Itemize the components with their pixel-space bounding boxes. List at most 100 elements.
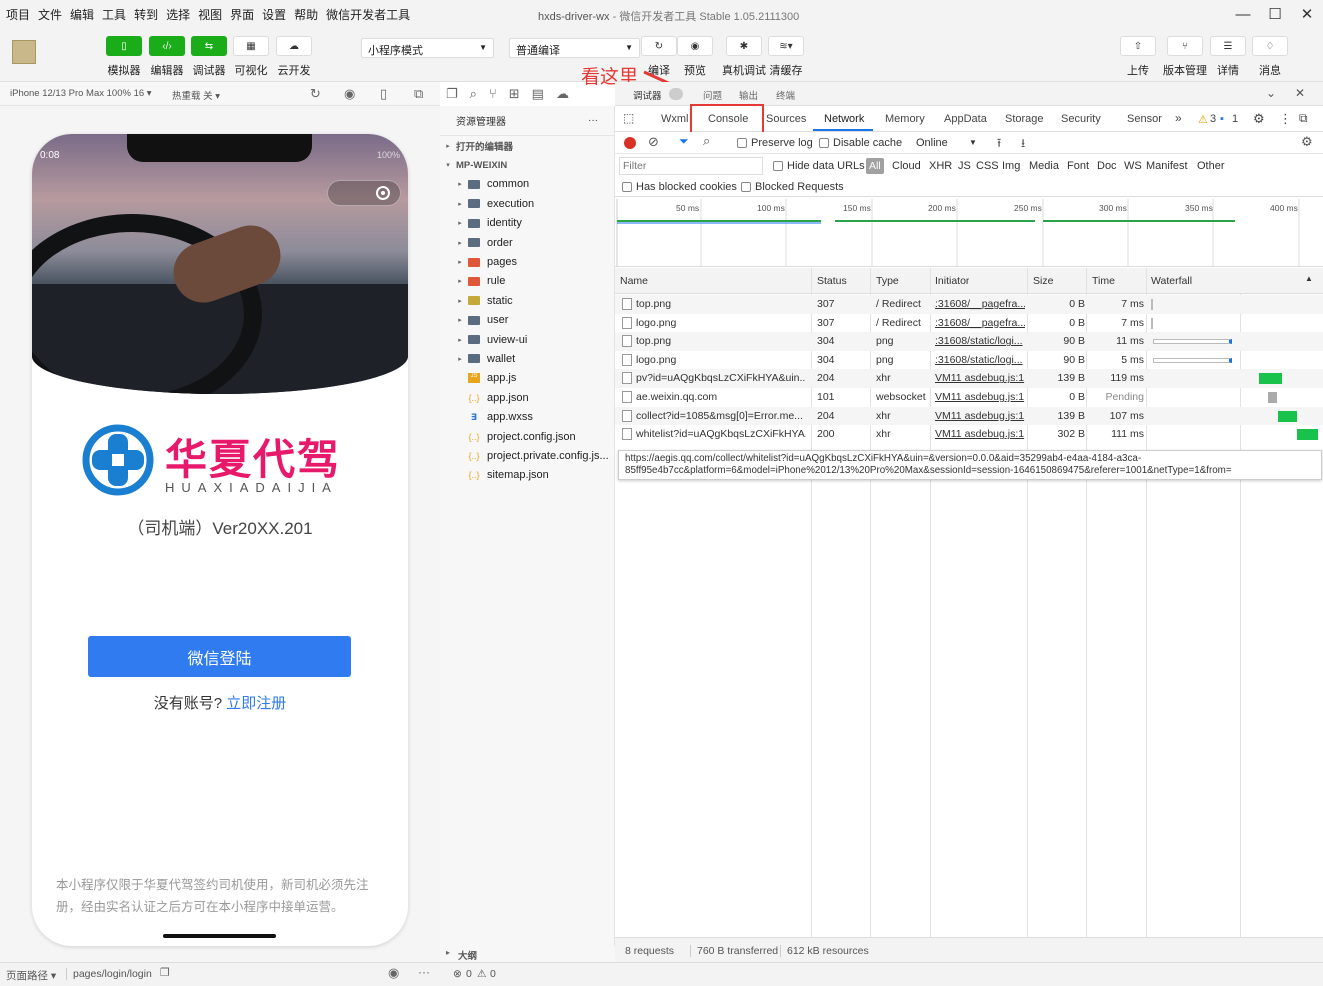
- tree-file[interactable]: {..} app.json: [440, 388, 614, 407]
- menu-settings[interactable]: 设置: [262, 6, 286, 23]
- files-icon[interactable]: ❐: [446, 86, 458, 102]
- more-icon[interactable]: ···: [418, 965, 430, 979]
- table-row[interactable]: whitelist?id=uAQgKbqsLzCXiFkHYA... 200 xhr…: [615, 425, 1323, 444]
- clear-icon[interactable]: ⊘: [648, 134, 659, 150]
- rotate-icon[interactable]: ↻: [310, 86, 321, 102]
- tree-folder[interactable]: ▸ user: [440, 311, 614, 330]
- column-name[interactable]: Name: [620, 275, 648, 287]
- tree-folder[interactable]: ▸ identity: [440, 214, 614, 233]
- menu-goto[interactable]: 转到: [134, 6, 158, 23]
- table-row[interactable]: top.png 307 / Redirect:31608/__pagefra... 0…: [615, 295, 1323, 314]
- mode-select[interactable]: 小程序模式 ▼: [361, 38, 494, 58]
- import-icon[interactable]: ⭱: [997, 134, 1001, 155]
- register-link[interactable]: 立即注册: [226, 695, 286, 712]
- cell-initiator[interactable]: VM11 asdebug.js:1: [935, 428, 1025, 440]
- clear-cache-button[interactable]: ≋▾ 清缓存: [768, 36, 804, 78]
- cell-initiator[interactable]: VM11 asdebug.js:1: [935, 372, 1025, 384]
- simulator-button[interactable]: ▯ 模拟器: [106, 36, 142, 78]
- messages-button[interactable]: ♢ 消息: [1252, 36, 1288, 78]
- tab-issues[interactable]: 问题: [703, 88, 722, 102]
- tree-folder[interactable]: ▸ static: [440, 291, 614, 310]
- visual-button[interactable]: ▦ 可视化: [233, 36, 269, 78]
- table-row[interactable]: logo.png 307 / Redirect:31608/__pagefra...…: [615, 314, 1323, 333]
- tab-wxml[interactable]: Wxml: [661, 113, 689, 125]
- wechat-login-button[interactable]: 微信登陆: [88, 636, 351, 677]
- cloud-button[interactable]: ☁ 云开发: [276, 36, 312, 78]
- menu-project[interactable]: 项目: [6, 6, 30, 23]
- capsule-close-icon[interactable]: [376, 186, 390, 200]
- cell-initiator[interactable]: :31608/static/logi...: [935, 354, 1025, 366]
- cell-initiator[interactable]: :31608/static/logi...: [935, 335, 1025, 347]
- type-filter[interactable]: JS: [958, 160, 971, 172]
- type-filter[interactable]: Font: [1067, 160, 1089, 172]
- tab-terminal[interactable]: 终端: [776, 88, 795, 102]
- hide-data-urls-checkbox[interactable]: Hide data URLs: [773, 160, 865, 172]
- window-icon[interactable]: ⧉: [414, 86, 423, 102]
- tab-sources[interactable]: Sources: [766, 113, 806, 125]
- column-initiator[interactable]: Initiator: [935, 275, 969, 287]
- disable-cache-checkbox[interactable]: Disable cache: [819, 137, 902, 149]
- type-filter[interactable]: WS: [1124, 160, 1142, 172]
- copy-icon[interactable]: ❐: [160, 966, 170, 979]
- table-row[interactable]: logo.png 304 png:31608/static/logi... 90 B 5…: [615, 351, 1323, 370]
- tab-security[interactable]: Security: [1061, 113, 1101, 125]
- message-icon[interactable]: ▪: [1220, 113, 1224, 125]
- tree-folder[interactable]: ▸ rule: [440, 272, 614, 291]
- menu-devtools[interactable]: 微信开发者工具: [326, 6, 410, 23]
- type-filter[interactable]: Other: [1197, 160, 1225, 172]
- upload-button[interactable]: ⇧ 上传: [1120, 36, 1156, 78]
- network-overview[interactable]: 50 ms 100 ms 150 ms 200 ms 250 ms 300 ms…: [615, 197, 1323, 267]
- table-row[interactable]: collect?id=1085&msg[0]=Error.me... 204 xhr…: [615, 406, 1323, 426]
- gear-icon[interactable]: ⚙: [1253, 111, 1265, 127]
- blocked-requests-checkbox[interactable]: Blocked Requests: [741, 181, 844, 193]
- type-filter[interactable]: Media: [1029, 160, 1059, 172]
- gear-icon[interactable]: ⚙: [1301, 134, 1313, 150]
- phone-icon[interactable]: ▯: [380, 86, 387, 102]
- filter-input[interactable]: [619, 157, 763, 175]
- tab-network[interactable]: Network: [824, 113, 864, 125]
- project-section[interactable]: ▾ MP-WEIXIN: [440, 155, 614, 174]
- warning-icon[interactable]: ⚠: [477, 968, 486, 980]
- tree-folder[interactable]: ▸ order: [440, 233, 614, 252]
- panel-icon[interactable]: ▤: [532, 86, 544, 102]
- column-status[interactable]: Status: [817, 275, 847, 287]
- debugger-button[interactable]: ⇆ 调试器: [191, 36, 227, 78]
- menu-view[interactable]: 视图: [198, 6, 222, 23]
- dock-icon[interactable]: ⧉: [1299, 111, 1308, 126]
- page-path-select[interactable]: 页面路径 ▾: [6, 968, 56, 983]
- minimize-icon[interactable]: —: [1227, 0, 1259, 28]
- menu-tools[interactable]: 工具: [102, 6, 126, 23]
- error-icon[interactable]: ⊗: [453, 968, 462, 980]
- throttling-select[interactable]: Online: [916, 137, 948, 149]
- cell-initiator[interactable]: VM11 asdebug.js:1: [935, 391, 1025, 403]
- table-row[interactable]: top.png 304 png:31608/static/logi... 90 B 11…: [615, 332, 1323, 351]
- search-icon[interactable]: ⌕: [470, 86, 477, 102]
- tree-folder[interactable]: ▸ execution: [440, 194, 614, 213]
- maximize-icon[interactable]: ☐: [1259, 0, 1291, 28]
- tab-output[interactable]: 输出: [739, 88, 758, 102]
- type-filter-all[interactable]: All: [866, 158, 884, 174]
- record-icon[interactable]: ◉: [344, 86, 355, 102]
- cloud-icon[interactable]: ☁: [556, 86, 569, 102]
- tab-appdata[interactable]: AppData: [944, 113, 987, 125]
- column-time[interactable]: Time: [1092, 275, 1115, 287]
- outline-section[interactable]: ▸ 大纲: [440, 946, 615, 962]
- cell-initiator[interactable]: :31608/__pagefra...: [935, 298, 1025, 310]
- export-icon[interactable]: ⭳: [1021, 134, 1025, 155]
- details-button[interactable]: ☰ 详情: [1210, 36, 1246, 78]
- eye-icon[interactable]: ◉: [388, 965, 399, 981]
- tree-file[interactable]: JS app.js: [440, 369, 614, 388]
- tree-folder[interactable]: ▸ uview-ui: [440, 330, 614, 349]
- cell-initiator[interactable]: VM11 asdebug.js:1: [935, 410, 1025, 422]
- extensions-icon[interactable]: ⊞: [509, 86, 520, 102]
- more-tabs-icon[interactable]: »: [1175, 111, 1182, 125]
- chevron-down-icon[interactable]: ▼: [969, 138, 977, 147]
- type-filter[interactable]: Img: [1002, 160, 1020, 172]
- warning-icon[interactable]: ⚠: [1198, 113, 1208, 126]
- record-icon[interactable]: [624, 137, 636, 149]
- menu-select[interactable]: 选择: [166, 6, 190, 23]
- tab-sensor[interactable]: Sensor: [1127, 113, 1162, 125]
- device-select[interactable]: iPhone 12/13 Pro Max 100% 16 ▾: [10, 88, 152, 99]
- compile-select[interactable]: 普通编译 ▼: [509, 38, 640, 58]
- blocked-cookies-checkbox[interactable]: Has blocked cookies: [622, 181, 737, 193]
